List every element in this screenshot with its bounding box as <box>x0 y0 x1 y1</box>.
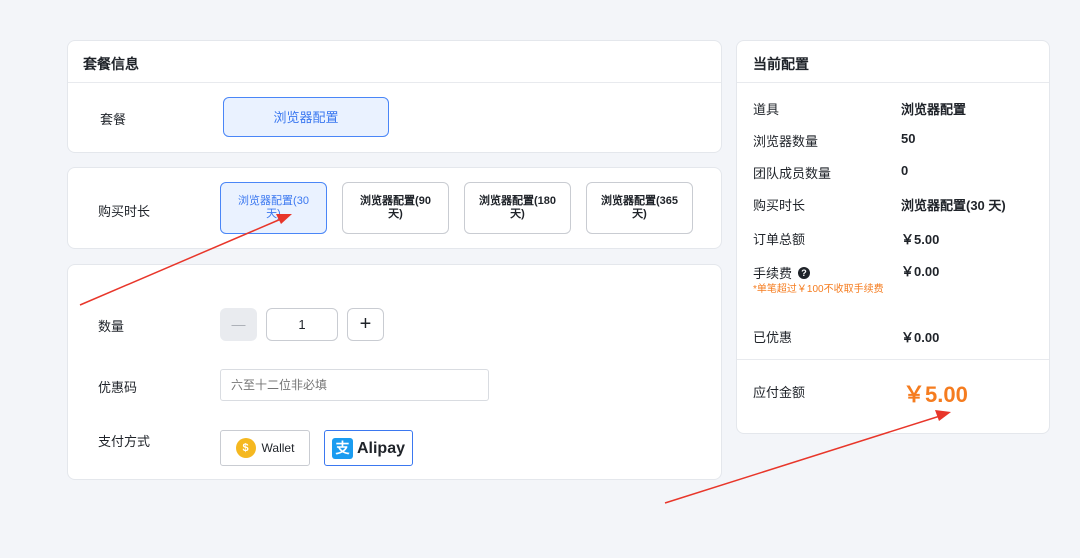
duration-option-text: 浏览器配置(90 <box>360 195 431 207</box>
alipay-label: Alipay <box>356 439 405 457</box>
duration-option-180[interactable]: 浏览器配置(180 天) <box>464 182 571 234</box>
summary-row-value: 50 <box>901 131 916 146</box>
payment-alipay-button[interactable]: 支 Alipay <box>324 430 413 466</box>
package-card: 套餐信息 套餐 浏览器配置 <box>67 40 722 153</box>
summary-row-label: 团队成员数量 <box>753 166 832 181</box>
total-amount: ￥5.00 <box>903 382 968 407</box>
package-card-title: 套餐信息 <box>83 56 139 72</box>
summary-row-label: 手续费 <box>753 266 793 281</box>
coupon-input[interactable] <box>220 369 489 401</box>
duration-option-text: 天) <box>266 208 281 220</box>
quantity-input[interactable]: 1 <box>266 308 338 341</box>
duration-label: 购买时长 <box>98 204 151 219</box>
summary-row-label: 浏览器数量 <box>753 134 819 149</box>
payment-wallet-button[interactable]: $ Wallet <box>220 430 310 466</box>
coupon-label: 优惠码 <box>98 380 138 395</box>
duration-option-text: 浏览器配置(365 <box>600 195 679 207</box>
service-fee-label: 手续费 ? <box>753 263 811 282</box>
divider <box>737 82 1049 83</box>
duration-option-90[interactable]: 浏览器配置(90 天) <box>342 182 449 234</box>
summary-row-value: 0 <box>901 163 909 178</box>
help-icon[interactable]: ? <box>798 266 811 279</box>
summary-row-value: ￥0.00 <box>901 330 940 345</box>
duration-option-text: 天) <box>632 208 647 220</box>
duration-option-text: 浏览器配置(180 <box>478 195 557 207</box>
alipay-logo-icon: 支 <box>331 437 353 459</box>
order-form-card: 数量 — 1 + 优惠码 支付方式 $ Wallet 支 Alipay <box>67 264 722 480</box>
summary-row-label: 已优惠 <box>753 330 793 345</box>
summary-title: 当前配置 <box>753 56 809 72</box>
total-label: 应付金额 <box>753 385 806 400</box>
coin-icon: $ <box>235 438 256 458</box>
decrease-quantity-button[interactable]: — <box>220 308 257 341</box>
payment-method-label: 支付方式 <box>98 434 151 449</box>
summary-row-label: 道具 <box>753 102 780 117</box>
divider <box>737 359 1049 360</box>
package-label: 套餐 <box>100 112 127 127</box>
wallet-label: Wallet <box>261 440 295 455</box>
package-option-browser-config[interactable]: 浏览器配置 <box>223 97 389 137</box>
summary-row-value: 浏览器配置 <box>901 102 967 117</box>
divider <box>68 82 721 83</box>
increase-quantity-button[interactable]: + <box>347 308 384 341</box>
duration-option-text: 浏览器配置(30 <box>238 195 309 207</box>
summary-row-label: 订单总额 <box>753 232 806 247</box>
summary-row-label: 购买时长 <box>753 198 806 213</box>
service-fee-note: *单笔超过￥100不收取手续费 <box>753 284 884 295</box>
summary-row-value: 浏览器配置(30 天) <box>901 198 1006 213</box>
summary-row-value: ￥0.00 <box>901 264 940 279</box>
summary-card: 当前配置 道具 浏览器配置 浏览器数量 50 团队成员数量 0 购买时长 浏览器… <box>736 40 1050 434</box>
duration-option-text: 天) <box>388 208 403 220</box>
summary-row-value: ￥5.00 <box>901 232 940 247</box>
duration-card: 购买时长 浏览器配置(30 天) 浏览器配置(90 天) 浏览器配置(180 天… <box>67 167 722 249</box>
quantity-label: 数量 <box>98 319 125 334</box>
duration-option-30[interactable]: 浏览器配置(30 天) <box>220 182 327 234</box>
duration-option-text: 天) <box>510 208 525 220</box>
duration-option-365[interactable]: 浏览器配置(365 天) <box>586 182 693 234</box>
